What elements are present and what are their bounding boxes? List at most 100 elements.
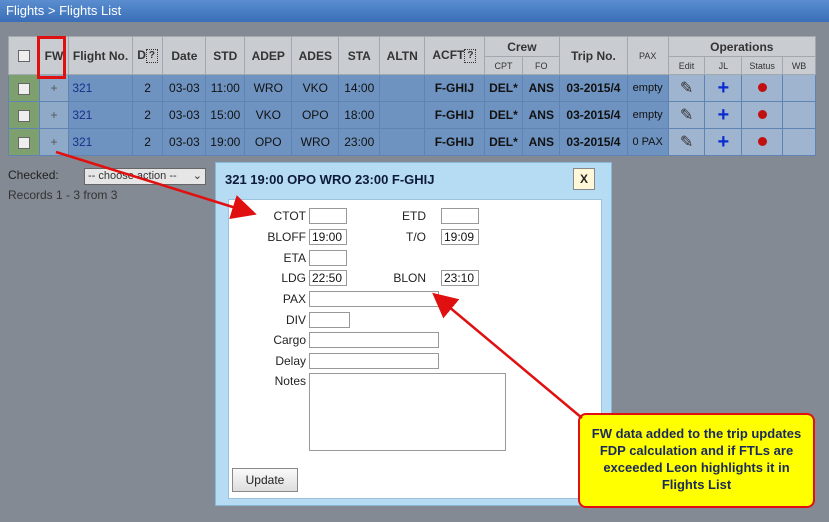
cell-trip-no[interactable]: 03-2015/4 (559, 128, 628, 156)
select-all-checkbox[interactable] (17, 50, 30, 63)
delay-field[interactable] (309, 353, 439, 369)
header-trip-no[interactable]: Trip No. (559, 36, 628, 75)
header-adep[interactable]: ADEP (244, 36, 293, 75)
cell-fo: ANS (522, 101, 561, 129)
ldg-field[interactable]: 22:50 (309, 270, 347, 286)
header-acft[interactable]: ACFT? (424, 36, 485, 75)
edit-button[interactable]: ✎ (667, 128, 706, 156)
journey-log-button[interactable]: + (704, 74, 743, 102)
wb-cell (782, 74, 816, 102)
cell-altn (379, 128, 426, 156)
to-field[interactable]: 19:09 (441, 229, 479, 245)
plus-icon: + (717, 130, 730, 153)
pax-field[interactable] (309, 291, 439, 307)
header-status: Status (741, 56, 784, 75)
header-altn[interactable]: ALTN (379, 36, 426, 75)
header-sta[interactable]: STA (338, 36, 381, 75)
cell-d: 2 (131, 128, 164, 156)
to-label: T/O (406, 230, 426, 244)
header-flight-no[interactable]: Flight No. (68, 36, 133, 75)
cell-pax: empty (626, 74, 669, 102)
status-indicator[interactable] (741, 101, 784, 129)
eta-field[interactable] (309, 250, 347, 266)
eta-label: ETA (283, 251, 306, 265)
journey-log-button[interactable]: + (704, 128, 743, 156)
cell-cpt: DEL* (483, 74, 524, 102)
flight-no-link[interactable]: 321 (68, 74, 133, 102)
journey-log-button[interactable]: + (704, 101, 743, 129)
row-checkbox-cell[interactable] (8, 101, 40, 129)
cell-adep: OPO (244, 128, 293, 156)
cell-trip-no[interactable]: 03-2015/4 (559, 74, 628, 102)
pencil-icon: ✎ (679, 107, 694, 124)
table-row[interactable]: + 321 2 03-03 15:00 VKO OPO 18:00 F-GHIJ… (8, 101, 816, 129)
header-d[interactable]: D? (131, 36, 164, 75)
cell-altn (379, 74, 426, 102)
table-row[interactable]: + 321 2 03-03 19:00 OPO WRO 23:00 F-GHIJ… (8, 128, 816, 156)
pencil-icon: ✎ (679, 134, 694, 151)
cell-adep: VKO (244, 101, 293, 129)
chevron-down-icon: ⌄ (192, 170, 202, 182)
cell-pax: 0 PAX (626, 128, 669, 156)
help-icon[interactable]: ? (145, 48, 158, 63)
close-button[interactable]: X (573, 168, 595, 190)
header-date[interactable]: Date (162, 36, 207, 75)
action-select-value: -- choose action -- (88, 170, 177, 182)
update-button[interactable]: Update (232, 468, 298, 492)
fw-expand-toggle[interactable]: + (38, 101, 70, 129)
cargo-label: Cargo (273, 333, 306, 347)
plus-icon: + (717, 76, 730, 99)
row-checkbox[interactable] (17, 136, 30, 149)
status-indicator[interactable] (741, 128, 784, 156)
row-checkbox[interactable] (17, 82, 30, 95)
cell-acft: F-GHIJ (424, 74, 485, 102)
cell-sta: 18:00 (338, 101, 381, 129)
row-checkbox-cell[interactable] (8, 74, 40, 102)
cargo-field[interactable] (309, 332, 439, 348)
div-label: DIV (285, 313, 306, 327)
fw-column-highlight (37, 36, 66, 79)
header-pax: PAX (626, 36, 669, 75)
cell-fo: ANS (522, 128, 561, 156)
row-checkbox[interactable] (17, 109, 30, 122)
cell-fo: ANS (522, 74, 561, 102)
header-ades[interactable]: ADES (291, 36, 340, 75)
delay-label: Delay (275, 354, 306, 368)
status-indicator[interactable] (741, 74, 784, 102)
header-std[interactable]: STD (205, 36, 246, 75)
flight-no-link[interactable]: 321 (68, 101, 133, 129)
ctot-field[interactable] (309, 208, 347, 224)
select-all-header[interactable] (8, 36, 40, 75)
bloff-label: BLOFF (267, 230, 306, 244)
cell-acft: F-GHIJ (424, 128, 485, 156)
cell-cpt: DEL* (483, 128, 524, 156)
etd-label: ETD (402, 209, 426, 223)
ctot-label: CTOT (273, 209, 306, 223)
edit-button[interactable]: ✎ (667, 101, 706, 129)
breadcrumb: Flights > Flights List (0, 0, 829, 22)
help-icon[interactable]: ? (464, 48, 477, 63)
cell-altn (379, 101, 426, 129)
flight-no-link[interactable]: 321 (68, 128, 133, 156)
edit-button[interactable]: ✎ (667, 74, 706, 102)
blon-label: BLON (393, 271, 426, 285)
dialog-form: CTOT ETD BLOFF 19:00 T/O 19:09 ETA LDG 2… (228, 199, 602, 499)
action-select[interactable]: -- choose action -- ⌄ (84, 168, 206, 185)
records-count: Records 1 - 3 from 3 (8, 188, 118, 202)
etd-field[interactable] (441, 208, 479, 224)
cell-cpt: DEL* (483, 101, 524, 129)
div-field[interactable] (309, 312, 350, 328)
cell-pax: empty (626, 101, 669, 129)
cell-date: 03-03 (162, 74, 207, 102)
cell-sta: 23:00 (338, 128, 381, 156)
bloff-field[interactable]: 19:00 (309, 229, 347, 245)
fw-expand-toggle[interactable]: + (38, 128, 70, 156)
notes-label: Notes (274, 374, 306, 388)
row-checkbox-cell[interactable] (8, 128, 40, 156)
notes-textarea[interactable] (309, 373, 506, 451)
cell-trip-no[interactable]: 03-2015/4 (559, 101, 628, 129)
cell-std: 11:00 (205, 74, 246, 102)
header-fo: FO (522, 56, 561, 75)
table-row[interactable]: + 321 2 03-03 11:00 WRO VKO 14:00 F-GHIJ… (8, 74, 816, 102)
blon-field[interactable]: 23:10 (441, 270, 479, 286)
